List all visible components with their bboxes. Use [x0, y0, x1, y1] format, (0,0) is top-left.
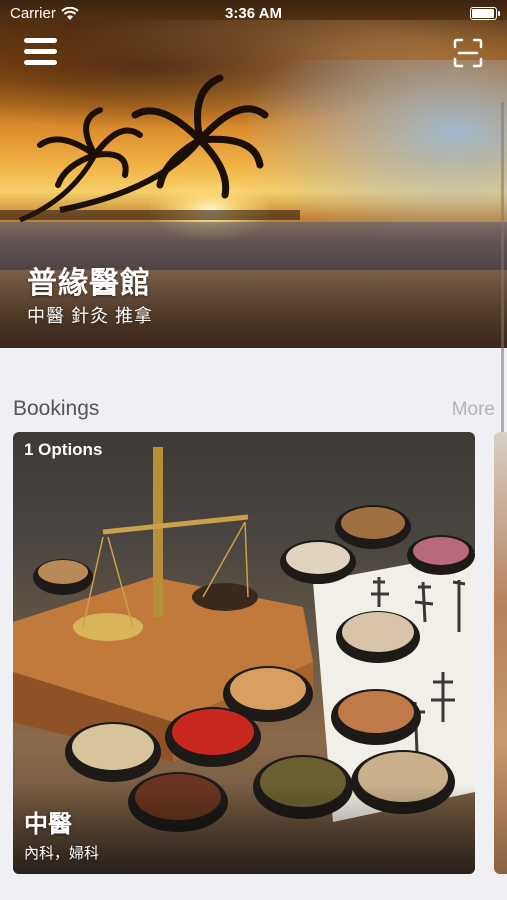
- service-name: 中醫: [24, 811, 72, 838]
- booking-card[interactable]: 1 Options 中醫 內科，婦科: [13, 432, 475, 874]
- options-count: 1 Options: [24, 440, 103, 459]
- battery-icon: [470, 7, 500, 20]
- more-link[interactable]: More: [452, 399, 495, 421]
- clinic-title: 普緣醫館: [27, 267, 151, 300]
- clinic-subtitle: 中醫 針灸 推拿: [27, 306, 154, 326]
- hamburger-menu-icon[interactable]: [24, 38, 57, 68]
- status-bar: Carrier 3:36 AM: [0, 0, 507, 28]
- service-description: 內科，婦科: [24, 845, 100, 862]
- next-booking-card-peek[interactable]: [494, 432, 507, 874]
- hero-banner: Carrier 3:36 AM 普緣醫館 中醫 針灸 推拿: [0, 0, 507, 348]
- palm-trees-image: [0, 74, 300, 223]
- bookings-header: Bookings More: [13, 397, 495, 427]
- scan-frame-icon[interactable]: [453, 38, 483, 68]
- bookings-title: Bookings: [13, 397, 100, 420]
- vertical-scrollbar[interactable]: [501, 102, 504, 462]
- status-time: 3:36 AM: [225, 5, 282, 22]
- app-screen: Carrier 3:36 AM 普緣醫館 中醫 針灸 推拿 Bookings M…: [0, 0, 507, 900]
